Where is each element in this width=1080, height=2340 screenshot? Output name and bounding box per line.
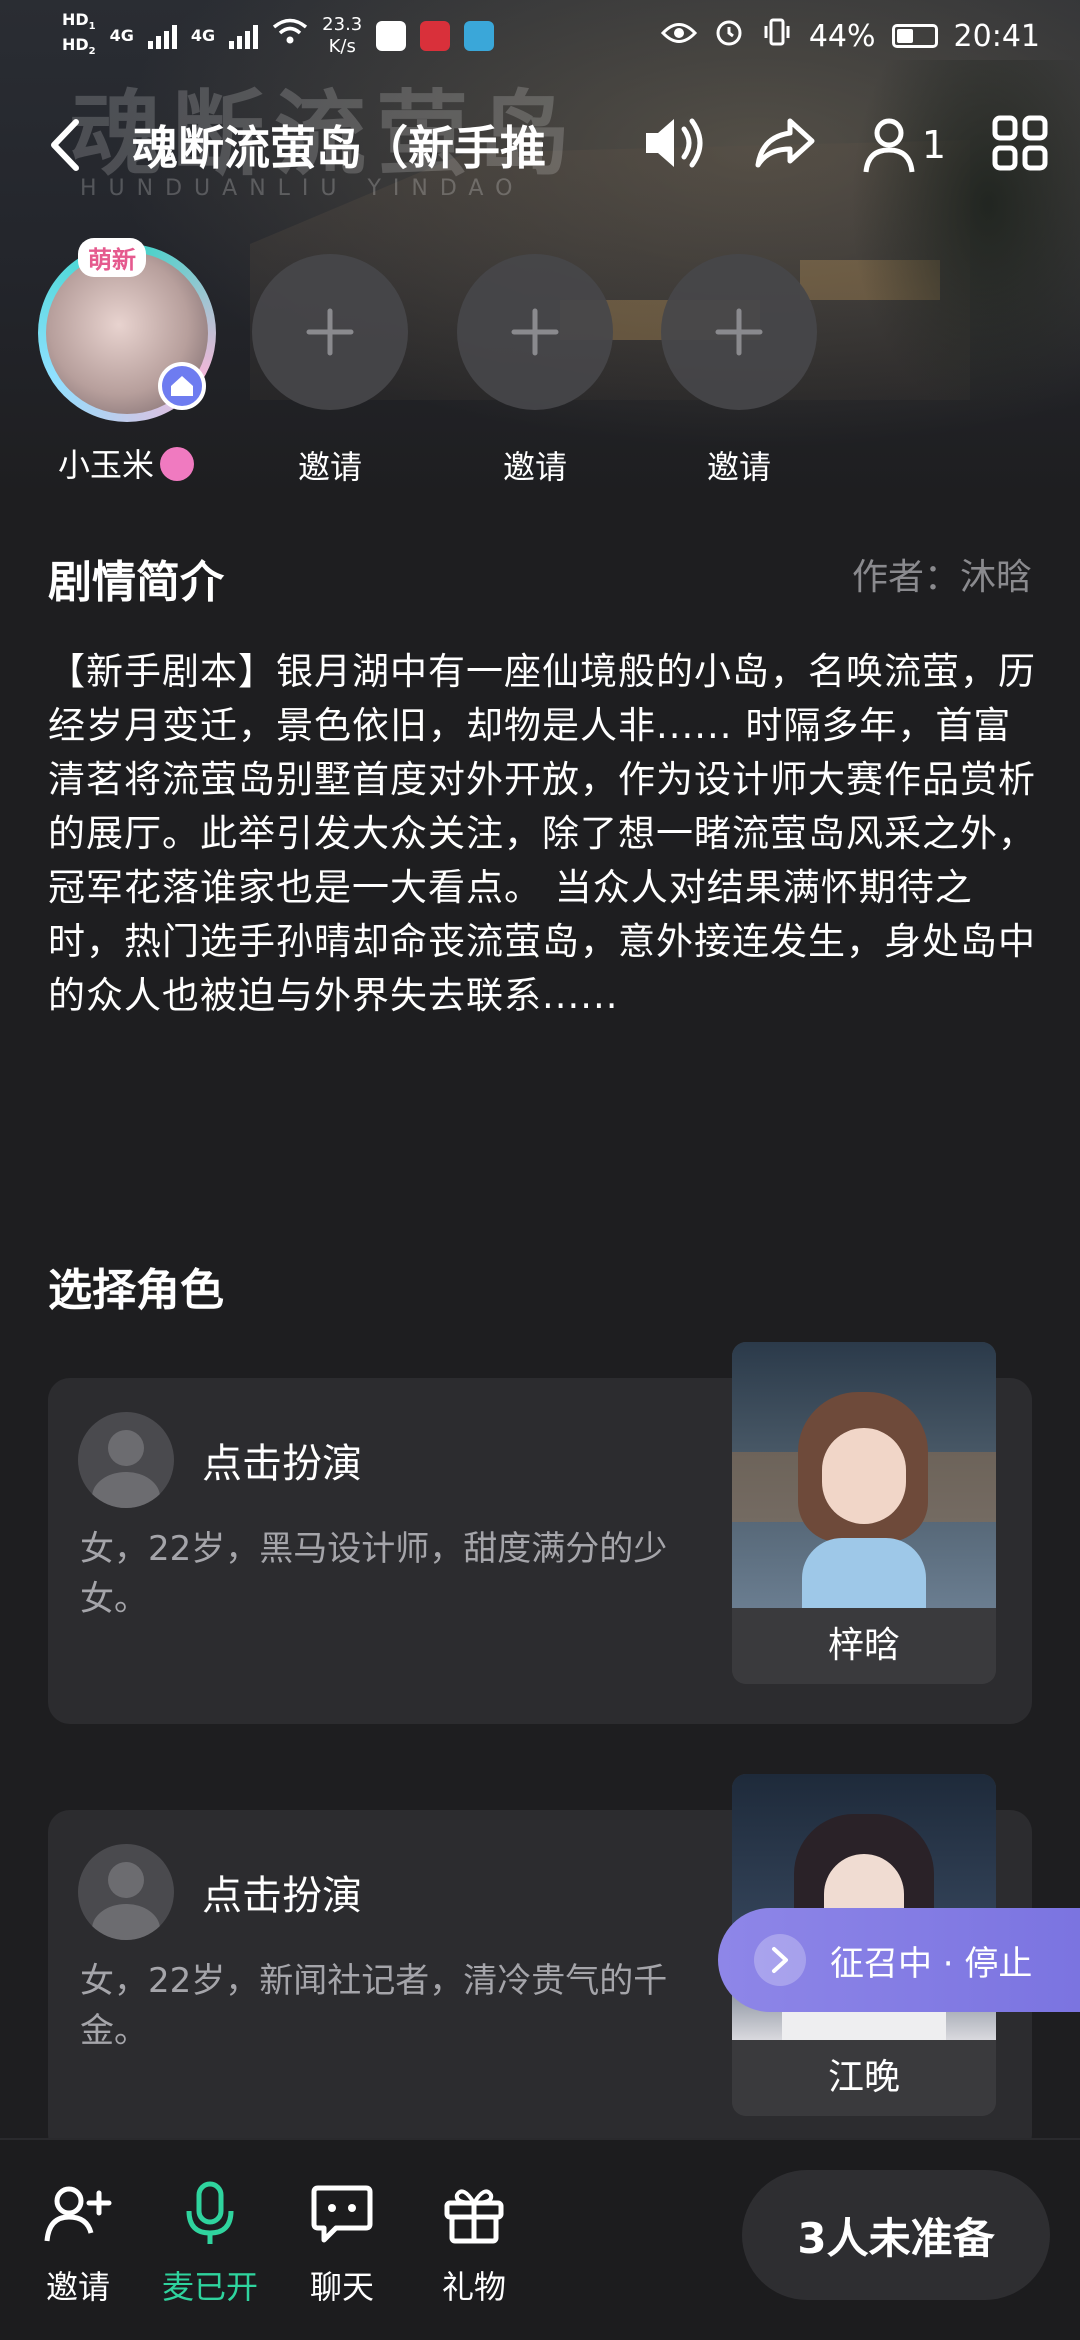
- invite-seat-3[interactable]: [661, 254, 817, 410]
- clock: 20:41: [953, 18, 1040, 54]
- room-title: 魂断流萤岛（新手推: [132, 121, 546, 175]
- speaker-button[interactable]: [642, 113, 708, 177]
- menu-button[interactable]: [992, 115, 1048, 175]
- ready-status-button[interactable]: 3人未准备: [742, 2170, 1050, 2300]
- collapse-arrow-button[interactable]: [754, 1934, 806, 1986]
- microphone-icon: [186, 2181, 234, 2244]
- gift-label: 礼物: [441, 2268, 506, 2306]
- back-arrow-icon: [51, 119, 79, 171]
- invite-seat-label: 邀请: [706, 448, 771, 486]
- mic-toggle-button[interactable]: 麦已开: [150, 2176, 270, 2308]
- person-icon: [863, 118, 915, 173]
- share-button[interactable]: [754, 117, 816, 173]
- invite-seat-label: 邀请: [297, 448, 362, 486]
- plus-icon: [306, 308, 354, 356]
- newbie-tag: 萌新: [78, 238, 146, 277]
- gift-icon: [444, 2189, 504, 2244]
- mic-status-label: 麦已开: [161, 2268, 258, 2306]
- network-type-1: 4G: [109, 26, 134, 45]
- character-name: 梓晗: [732, 1608, 996, 1684]
- story-heading: 剧情简介: [48, 557, 224, 608]
- roles-heading: 选择角色: [48, 1265, 224, 1316]
- alarm-icon: [713, 16, 745, 56]
- play-role-button[interactable]: 点击扮演: [202, 1431, 362, 1489]
- eye-icon: [660, 19, 697, 54]
- online-count: 1: [921, 123, 946, 167]
- play-role-button[interactable]: 点击扮演: [202, 1863, 362, 1921]
- grid-menu-icon: [992, 115, 1048, 171]
- recruit-status-label[interactable]: 征召中 · 停止: [830, 1936, 1032, 1985]
- share-icon: [755, 118, 815, 168]
- chat-label: 聊天: [309, 2268, 374, 2306]
- header-background: 魂断流萤岛 HUNDUANLIU YINDAO: [0, 0, 1080, 500]
- weather-app-icon: [464, 21, 495, 51]
- plus-icon: [715, 308, 763, 356]
- hd-indicator: HD1 HD2: [62, 9, 96, 58]
- title-bar: 魂断流萤岛（新手推 1: [0, 100, 1080, 190]
- story-text: 【新手剧本】银月湖中有一座仙境般的小岛，名唤流萤，历经岁月变迁，景色依旧，却物是…: [48, 650, 1036, 1017]
- mask-app-icon: [376, 21, 407, 51]
- battery-icon: [891, 24, 938, 48]
- role-placeholder-avatar: [78, 1844, 174, 1940]
- chevron-right-icon: [772, 1947, 788, 1973]
- invite-seat-2[interactable]: [457, 254, 613, 410]
- home-icon: [171, 376, 193, 396]
- invite-seat-label: 邀请: [502, 448, 567, 486]
- status-bar: HD1 HD2 4G 4G 23.3 K/s 44% 20:41: [0, 0, 1080, 72]
- vibrate-icon: [761, 16, 793, 56]
- chat-bubble-icon: [311, 2185, 373, 2243]
- host-seat-label: 小玉米: [26, 440, 226, 486]
- mic-app-icon: [420, 21, 451, 51]
- signal-icon: [229, 23, 259, 49]
- speaker-icon: [645, 118, 703, 168]
- home-badge: [158, 362, 206, 410]
- author-credit: 作者：沐晗: [851, 557, 1032, 598]
- invite-button[interactable]: 邀请: [18, 2176, 138, 2308]
- plus-icon: [511, 308, 559, 356]
- recruit-toggle[interactable]: 征召中 · 停止: [718, 1908, 1080, 2012]
- signal-icon: [147, 23, 177, 49]
- wifi-icon: [272, 18, 308, 54]
- character-card[interactable]: 梓晗: [732, 1342, 996, 1684]
- back-button[interactable]: [48, 115, 98, 175]
- members-button[interactable]: 1: [862, 116, 946, 174]
- add-person-icon: [44, 2186, 112, 2242]
- gift-button[interactable]: 礼物: [414, 2176, 534, 2308]
- network-type-2: 4G: [190, 26, 216, 45]
- role-description: 女，22岁，黑马设计师，甜度满分的少女。: [80, 1529, 668, 1619]
- character-name: 江晚: [732, 2040, 996, 2116]
- invite-label: 邀请: [45, 2268, 110, 2306]
- chat-button[interactable]: 聊天: [282, 2176, 402, 2308]
- invite-seat-1[interactable]: [252, 254, 408, 410]
- bottom-bar: 邀请 麦已开 聊天 礼物 3人未准备: [0, 2138, 1080, 2340]
- network-speed: 23.3 K/s: [322, 14, 363, 57]
- role-placeholder-avatar: [78, 1412, 174, 1508]
- host-name: 小玉米: [57, 446, 154, 484]
- female-gender-icon: [160, 447, 194, 481]
- battery-percent: 44%: [808, 18, 876, 54]
- role-description: 女，22岁，新闻社记者，清冷贵气的千金。: [80, 1961, 668, 2051]
- character-portrait: [732, 1342, 996, 1608]
